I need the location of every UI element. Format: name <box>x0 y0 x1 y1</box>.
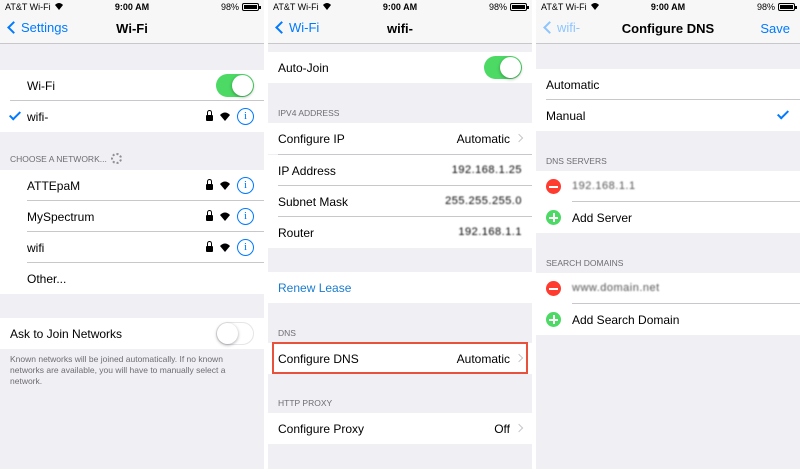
router-value: 192.168.1.1 <box>458 226 522 238</box>
add-search-domain-button[interactable]: Add Search Domain <box>536 304 800 335</box>
search-domain-value[interactable]: www.domain.net <box>572 282 660 294</box>
search-domain-row: www.domain.net <box>536 273 800 304</box>
http-proxy-header: HTTP PROXY <box>278 398 333 408</box>
configure-ip-value: Automatic <box>456 132 510 146</box>
configure-dns-screen: AT&T Wi-Fi 9:00 AM 98% wifi- Configure D… <box>536 0 800 469</box>
wifi-icon <box>219 241 231 255</box>
other-network-row[interactable]: Other... <box>0 263 264 294</box>
network-row[interactable]: ATTEpaM i <box>0 170 264 201</box>
status-bar: AT&T Wi-Fi 9:00 AM 98% <box>536 0 800 14</box>
dns-servers-header: DNS SERVERS <box>546 156 607 166</box>
other-label: Other... <box>27 272 67 286</box>
lock-icon <box>206 178 213 190</box>
auto-join-label: Auto-Join <box>278 61 329 75</box>
page-title: wifi- <box>387 21 413 36</box>
wifi-icon <box>219 210 231 224</box>
battery-percent: 98% <box>220 2 239 12</box>
network-row[interactable]: wifi i <box>0 232 264 263</box>
plus-circle-icon <box>546 210 561 225</box>
wifi-icon <box>219 179 231 193</box>
checkmark-icon <box>776 107 790 120</box>
minus-circle-icon[interactable] <box>546 281 561 296</box>
network-details-screen: AT&T Wi-Fi 9:00 AM 98% Wi-Fi wifi- Auto-… <box>268 0 532 469</box>
battery-percent: 98% <box>488 2 507 12</box>
configure-proxy-value: Off <box>494 422 510 436</box>
lock-icon <box>206 109 213 121</box>
ask-to-join-label: Ask to Join Networks <box>10 327 123 341</box>
chevron-right-icon <box>514 353 524 363</box>
battery-icon <box>510 3 529 11</box>
renew-lease-button[interactable]: Renew Lease <box>268 272 532 303</box>
lock-icon <box>206 240 213 252</box>
page-title: Wi-Fi <box>116 21 148 36</box>
add-server-button[interactable]: Add Server <box>536 202 800 233</box>
checkmark-icon <box>8 108 22 121</box>
configure-dns-value: Automatic <box>456 352 510 366</box>
auto-join-row: Auto-Join <box>268 52 532 83</box>
auto-join-toggle[interactable] <box>484 56 522 79</box>
network-row[interactable]: MySpectrum i <box>0 201 264 232</box>
ask-to-join-footer: Known networks will be joined automatica… <box>10 354 226 386</box>
dns-manual-row[interactable]: Manual <box>536 100 800 131</box>
status-bar: AT&T Wi-Fi 9:00 AM 98% <box>268 0 532 14</box>
wifi-settings-screen: AT&T Wi-Fi 9:00 AM 98% Settings Wi-Fi Wi… <box>0 0 264 469</box>
configure-dns-row[interactable]: Configure DNS Automatic <box>268 343 532 374</box>
ip-address-row: IP Address 192.168.1.25 <box>268 155 532 186</box>
connected-network-row[interactable]: wifi- i <box>0 101 264 132</box>
ask-to-join-toggle[interactable] <box>216 322 254 345</box>
info-icon[interactable]: i <box>237 108 254 125</box>
configure-ip-row[interactable]: Configure IP Automatic <box>268 123 532 154</box>
dns-server-value[interactable]: 192.168.1.1 <box>572 180 636 192</box>
network-name: wifi <box>27 241 45 255</box>
network-name: ATTEpaM <box>27 179 81 193</box>
chevron-right-icon <box>514 423 524 433</box>
info-icon[interactable]: i <box>237 177 254 194</box>
ipv4-header: IPV4 ADDRESS <box>278 108 340 118</box>
battery-icon <box>778 3 797 11</box>
spinner-icon <box>110 153 122 164</box>
save-button[interactable]: Save <box>760 21 790 36</box>
wifi-icon <box>219 110 231 124</box>
lock-icon <box>206 209 213 221</box>
wifi-toggle-row: Wi-Fi <box>0 70 264 101</box>
dns-server-row: 192.168.1.1 <box>536 171 800 202</box>
network-name: wifi- <box>27 110 49 124</box>
battery-percent: 98% <box>756 2 775 12</box>
chevron-right-icon <box>514 133 524 143</box>
battery-icon <box>242 3 261 11</box>
choose-network-header: CHOOSE A NETWORK... <box>10 153 122 164</box>
wifi-toggle[interactable] <box>216 74 254 97</box>
plus-circle-icon <box>546 312 561 327</box>
dns-automatic-row[interactable]: Automatic <box>536 69 800 100</box>
status-bar: AT&T Wi-Fi 9:00 AM 98% <box>0 0 264 14</box>
ask-to-join-row: Ask to Join Networks <box>0 318 264 349</box>
nav-bar: Settings Wi-Fi <box>0 14 264 44</box>
network-name: MySpectrum <box>27 210 95 224</box>
info-icon[interactable]: i <box>237 208 254 225</box>
minus-circle-icon[interactable] <box>546 179 561 194</box>
nav-bar: Wi-Fi wifi- <box>268 14 532 44</box>
router-row: Router 192.168.1.1 <box>268 217 532 248</box>
configure-proxy-row[interactable]: Configure Proxy Off <box>268 413 532 444</box>
info-icon[interactable]: i <box>237 239 254 256</box>
nav-bar: wifi- Configure DNS Save <box>536 14 800 44</box>
search-domains-header: SEARCH DOMAINS <box>546 258 624 268</box>
dns-header: DNS <box>278 328 296 338</box>
subnet-mask-row: Subnet Mask 255.255.255.0 <box>268 186 532 217</box>
wifi-label: Wi-Fi <box>27 79 55 93</box>
ip-address-value: 192.168.1.25 <box>451 164 522 176</box>
subnet-mask-value: 255.255.255.0 <box>445 195 522 207</box>
